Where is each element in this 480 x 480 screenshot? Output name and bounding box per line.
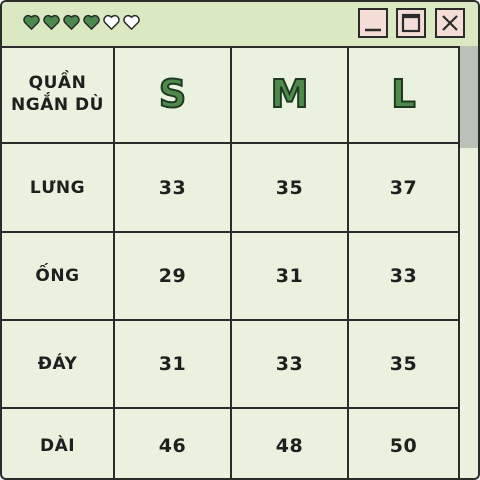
row-label-lung: LƯNG: [29, 177, 86, 198]
heart-outline-icon: [103, 14, 120, 30]
row-label-day: ĐÁY: [37, 354, 78, 374]
close-icon: [442, 15, 458, 31]
table-cell: 33: [275, 353, 304, 375]
minimize-icon: [365, 28, 381, 32]
maximize-button[interactable]: [396, 8, 426, 38]
size-header-s: S: [158, 71, 187, 117]
heart-filled-icon: [83, 14, 100, 30]
heart-filled-icon: [43, 14, 60, 30]
size-chart-window: QUẦN NGẮN DÙ S M L LƯNG 33 35 37 ỐNG 29 …: [0, 0, 480, 480]
minimize-button[interactable]: [358, 8, 388, 38]
table-cell: 46: [158, 434, 187, 457]
row-label-ong: ỐNG: [35, 266, 80, 286]
table-cell: 37: [389, 176, 418, 199]
table-cell: 31: [275, 265, 304, 287]
corner-title-line2: NGẮN DÙ: [11, 95, 104, 115]
size-header-l: L: [390, 71, 416, 117]
table-cell: 33: [158, 176, 187, 199]
heart-filled-icon: [23, 14, 40, 30]
heart-outline-icon: [123, 14, 140, 30]
table-corner-header: QUẦN NGẮN DÙ: [2, 46, 113, 142]
table-cell: 35: [275, 176, 304, 199]
table-cell: 50: [389, 434, 418, 457]
table-cell: 29: [158, 265, 187, 287]
table-cell: 35: [389, 353, 418, 375]
size-table: QUẦN NGẮN DÙ S M L LƯNG 33 35 37 ỐNG 29 …: [2, 46, 458, 478]
hearts-row: [22, 13, 141, 32]
size-header-m: M: [270, 71, 310, 117]
table-cell: 31: [158, 353, 187, 375]
title-bar: [2, 2, 478, 48]
maximize-icon: [401, 13, 421, 33]
table-cell: 48: [275, 434, 304, 457]
row-label-dai: DÀI: [39, 435, 76, 456]
table-cell: 33: [389, 265, 418, 287]
scrollbar-thumb[interactable]: [460, 46, 478, 148]
corner-title-line1: QUẦN: [28, 73, 87, 93]
close-button[interactable]: [435, 8, 465, 38]
heart-filled-icon: [63, 14, 80, 30]
